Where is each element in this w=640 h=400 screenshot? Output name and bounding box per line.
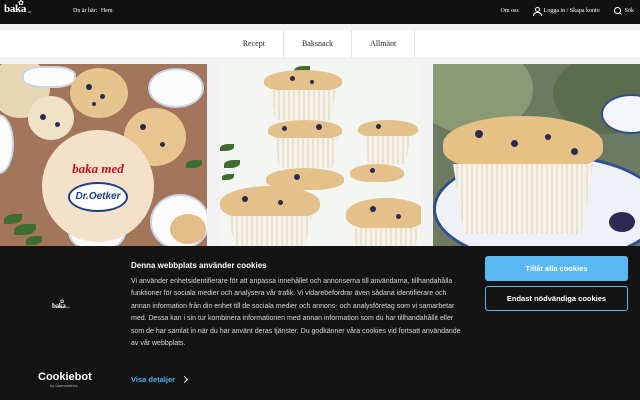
cookiebot-logo[interactable]: Cookiebot by Usercentrics	[38, 371, 92, 389]
login-label: Logga in / Skapa konto	[543, 8, 600, 14]
search-label: Sök	[624, 8, 634, 14]
allow-all-cookies-button[interactable]: Tillåt alla cookies	[485, 256, 628, 281]
cookie-title: Denna webbplats använder cookies	[131, 261, 267, 270]
login-link[interactable]: Logga in / Skapa konto	[532, 7, 600, 16]
necessary-cookies-button[interactable]: Endast nödvändiga cookies	[485, 286, 628, 311]
baka-med-badge: baka med Dr.Oetker	[42, 130, 154, 242]
cookie-body-text: Vi använder enhetsidentifierare för att …	[131, 278, 461, 348]
breadcrumb: Du är här: Hem	[73, 8, 115, 14]
breadcrumb-home-link[interactable]: Hem	[101, 8, 113, 14]
tab-recept[interactable]: Recept	[225, 30, 283, 57]
logo-tag: .se	[27, 9, 32, 14]
site-logo[interactable]: ✿ baka .se	[4, 0, 32, 15]
banner-logo-tag: .se	[65, 305, 70, 309]
dr-oetker-wordmark: Dr.Oetker	[75, 191, 121, 202]
top-actions: Om oss Logga in / Skapa konto Sök	[500, 7, 634, 16]
chevron-right-icon	[181, 375, 189, 384]
hero-image-muffin-stack[interactable]	[220, 64, 421, 246]
hero-image-single-muffin[interactable]	[433, 64, 640, 246]
banner-site-logo: ✿ baka .se	[52, 299, 70, 310]
search-button[interactable]: Sök	[613, 7, 634, 15]
cookiebot-sub: by Usercentrics	[50, 383, 78, 388]
about-link[interactable]: Om oss	[500, 8, 518, 14]
breadcrumb-prefix: Du är här:	[73, 8, 98, 14]
search-icon	[613, 7, 622, 15]
badge-text: baka med	[72, 160, 124, 176]
tab-allmant[interactable]: Allmänt	[351, 30, 416, 57]
chef-hat-icon: ✿	[60, 299, 65, 305]
tab-baksnack[interactable]: Baksnack	[282, 30, 351, 57]
show-details-label: Visa detaljer	[131, 375, 176, 384]
show-details-link[interactable]: Visa detaljer	[131, 375, 189, 384]
cookie-consent-banner: ✿ baka .se Denna webbplats använder cook…	[0, 246, 640, 400]
hero-image-baka-med[interactable]: baka med Dr.Oetker	[0, 64, 207, 246]
category-nav: Recept Baksnack Allmänt	[0, 30, 640, 57]
dr-oetker-logo: Dr.Oetker	[68, 181, 128, 212]
chef-hat-icon: ✿	[18, 0, 24, 7]
cookiebot-brand: Cookiebot	[38, 371, 92, 383]
top-bar: ✿ baka .se Du är här: Hem Om oss Logga i…	[0, 0, 640, 24]
user-icon	[532, 7, 542, 16]
